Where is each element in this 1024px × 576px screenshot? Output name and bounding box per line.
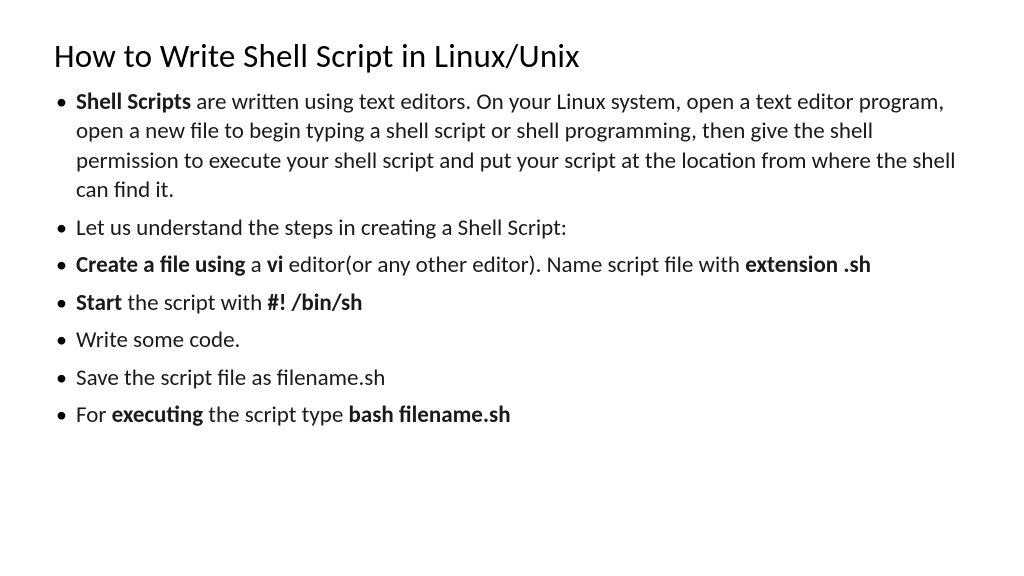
bold-text: Shell Scripts (76, 88, 191, 116)
list-item: Start the script with #! /bin/sh (54, 289, 970, 318)
list-item: Shell Scripts are written using text edi… (54, 88, 970, 206)
bold-text: #! /bin/sh (267, 289, 362, 317)
list-item: Let us understand the steps in creating … (54, 214, 970, 243)
list-item: Write some code. (54, 326, 970, 355)
bullet-list: Shell Scripts are written using text edi… (54, 88, 970, 430)
slide-title: How to Write Shell Script in Linux/Unix (54, 36, 970, 76)
list-item: For executing the script type bash filen… (54, 401, 970, 430)
body-text: Let us understand the steps in creating … (76, 214, 567, 242)
bold-text: Create a file using (76, 251, 245, 279)
bold-text: bash filename.sh (349, 401, 511, 429)
body-text: are written using text editors. On your … (76, 88, 956, 204)
bold-text: vi (267, 251, 284, 279)
body-text: For (76, 401, 112, 429)
body-text: the script with (122, 289, 267, 317)
body-text: Save the script file as filename.sh (76, 364, 385, 392)
list-item: Save the script file as filename.sh (54, 364, 970, 393)
list-item: Create a file using a vi editor(or any o… (54, 251, 970, 280)
body-text: Write some code. (76, 326, 240, 354)
body-text: a (245, 251, 266, 279)
body-text: the script type (203, 401, 348, 429)
body-text: editor(or any other editor). Name script… (283, 251, 745, 279)
bold-text: extension .sh (745, 251, 871, 279)
bold-text: executing (112, 401, 204, 429)
bold-text: Start (76, 289, 122, 317)
